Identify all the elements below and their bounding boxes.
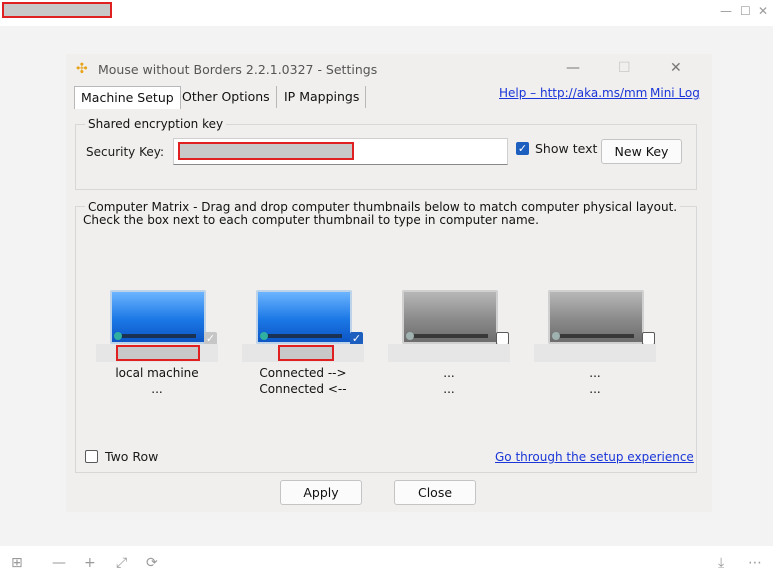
machine-2-status-line-1: Connected --> (259, 366, 347, 380)
viewer-minimize-icon[interactable]: — (720, 4, 732, 18)
machine-1-status-line-2: ... (151, 382, 163, 396)
monitor-icon (256, 290, 352, 344)
viewer-bottom-toolbar: ⊞ — + ⤢ ⟳ ⤓ ⋯ (0, 546, 773, 582)
machine-2-name-field[interactable] (242, 344, 364, 362)
redacted-machine-name (278, 345, 334, 361)
security-key-label: Security Key: (86, 145, 165, 159)
monitor-icon (548, 290, 644, 344)
download-icon[interactable]: ⤓ (718, 556, 724, 570)
dialog-minimize-icon[interactable]: — (566, 60, 580, 76)
viewer-close-icon[interactable]: ✕ (758, 4, 768, 18)
security-key-input[interactable] (173, 138, 508, 165)
rotate-icon[interactable]: ⟳ (146, 556, 158, 570)
zoom-out-icon[interactable]: — (52, 556, 66, 570)
mini-log-link[interactable]: Mini Log (650, 86, 700, 100)
machine-4-name-field (534, 344, 656, 362)
machine-3-status-line-1: ... (443, 366, 455, 380)
dialog-title: Mouse without Borders 2.2.1.0327 - Setti… (98, 62, 378, 77)
tab-ip-mappings[interactable]: IP Mappings (278, 86, 367, 108)
encryption-legend: Shared encryption key (85, 117, 227, 131)
dialog-maximize-icon: ☐ (618, 60, 631, 76)
help-link[interactable]: Help – http://aka.ms/mm (499, 86, 647, 100)
new-key-button[interactable]: New Key (601, 139, 682, 164)
zoom-in-icon[interactable]: + (84, 556, 96, 570)
two-row-label: Two Row (105, 449, 159, 464)
monitor-icon (402, 290, 498, 344)
machine-1-name-field (96, 344, 218, 362)
settings-dialog: ✣ Mouse without Borders 2.2.1.0327 - Set… (66, 54, 712, 512)
redacted-file-title (2, 2, 112, 18)
machine-1-status-line-1: local machine (115, 366, 199, 380)
machine-4-status-line-2: ... (589, 382, 601, 396)
monitor-icon (110, 290, 206, 344)
tab-machine-setup[interactable]: Machine Setup (74, 86, 181, 109)
redacted-machine-name (116, 345, 200, 361)
redacted-security-key (178, 142, 354, 160)
close-button[interactable]: Close (394, 480, 476, 505)
show-text-label: Show text (535, 141, 598, 156)
machine-2-status-line-2: Connected <-- (259, 382, 347, 396)
two-row-checkbox[interactable] (85, 450, 98, 463)
machine-4-status-line-1: ... (589, 366, 601, 380)
viewer-top-bar: — ☐ ✕ (0, 0, 773, 26)
machine-3-name-field (388, 344, 510, 362)
setup-experience-link[interactable]: Go through the setup experience (495, 450, 694, 464)
computer-matrix-instruction: Check the box next to each computer thum… (83, 213, 539, 227)
fit-screen-icon[interactable]: ⤢ (116, 556, 127, 570)
viewer-maximize-icon[interactable]: ☐ (740, 4, 751, 18)
dialog-close-icon[interactable]: ✕ (670, 60, 682, 76)
computer-matrix-legend: Computer Matrix - Drag and drop computer… (85, 200, 681, 214)
tab-other-options[interactable]: Other Options (176, 86, 277, 108)
apply-button[interactable]: Apply (280, 480, 362, 505)
app-logo-icon: ✣ (76, 61, 88, 77)
grid-view-icon[interactable]: ⊞ (11, 556, 23, 570)
show-text-checkbox[interactable]: ✓ (516, 142, 529, 155)
more-options-icon[interactable]: ⋯ (748, 556, 762, 570)
machine-3-status-line-2: ... (443, 382, 455, 396)
